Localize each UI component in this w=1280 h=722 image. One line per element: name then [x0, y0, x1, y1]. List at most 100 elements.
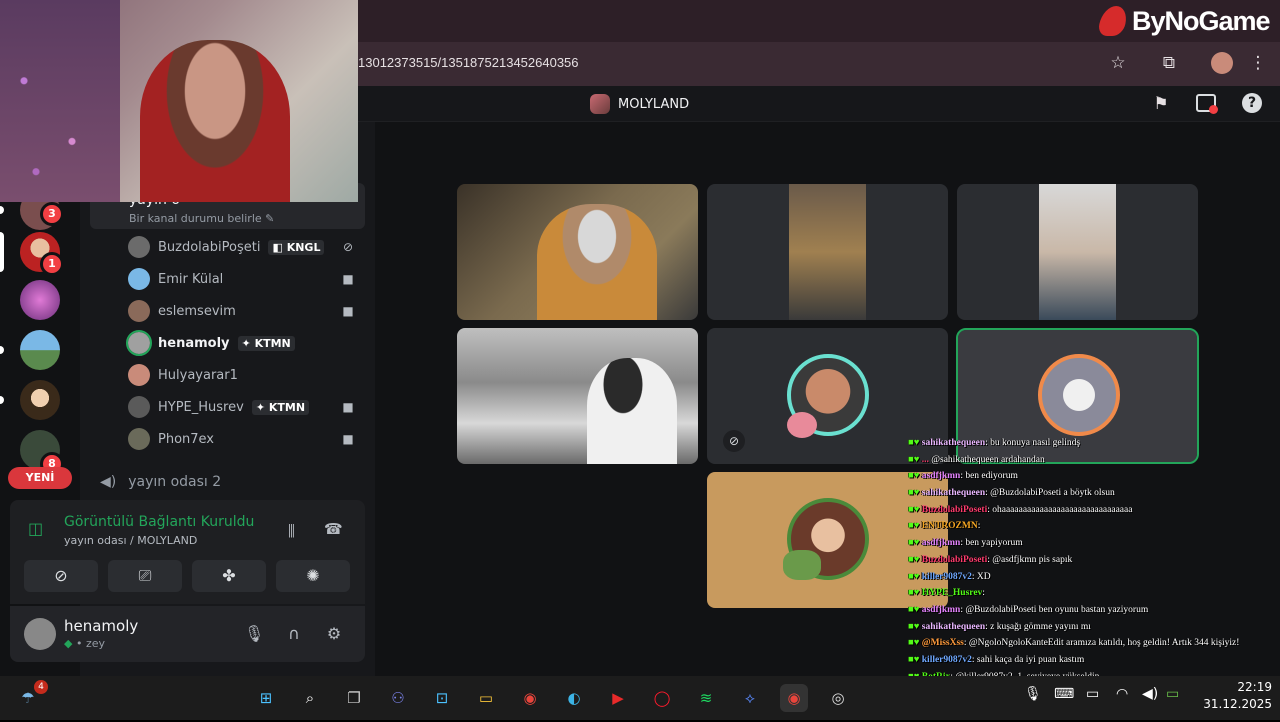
- clock-time[interactable]: 22:19: [1222, 680, 1272, 694]
- chat-separator: :: [977, 521, 981, 532]
- chat-message: ■♥ sahikathequeen: z kuşağı gömme yayını…: [908, 622, 1280, 639]
- voice-channel-2[interactable]: ◀) yayın odası 2: [100, 474, 221, 490]
- member-row[interactable]: Emir Külal: [128, 267, 223, 291]
- member-tag: ✦ KTMN: [237, 335, 295, 351]
- selected-server-indicator: [0, 232, 4, 272]
- chat-badge-icon: ■♥: [908, 654, 922, 665]
- browser-menu-icon[interactable]: ⋮: [1247, 52, 1269, 74]
- search-icon[interactable]: ⌕: [296, 684, 324, 712]
- member-row[interactable]: eslemsevim: [128, 299, 236, 323]
- bynogame-logo-icon: [1096, 6, 1130, 36]
- spotify-icon[interactable]: ≋: [692, 684, 720, 712]
- user-name[interactable]: henamoly: [64, 617, 138, 635]
- participant-video: [587, 358, 677, 464]
- video-tile[interactable]: [957, 184, 1198, 320]
- webcam-background: [0, 0, 120, 202]
- server-icon-3[interactable]: [20, 280, 60, 320]
- pencil-icon: ✎: [265, 212, 275, 225]
- camera-toggle-button[interactable]: ⊘: [24, 560, 98, 592]
- address-bar-url[interactable]: 13012373515/1351875213452640356: [358, 55, 579, 70]
- new-badge: YENİ: [8, 467, 72, 489]
- video-tile[interactable]: [457, 328, 698, 464]
- extensions-icon[interactable]: ⧉: [1158, 52, 1180, 74]
- voice-channel-2-name: yayın odası 2: [128, 474, 222, 490]
- screen-share-button[interactable]: ⎚: [108, 560, 182, 592]
- chat-message: ■♥ @MissXss: @NgoloNgoloKanteEdit aramız…: [908, 638, 1280, 655]
- store-icon[interactable]: ⊡: [428, 684, 456, 712]
- member-name: BuzdolabiPoşeti: [158, 239, 261, 255]
- noise-suppression-icon[interactable]: ⫼: [288, 522, 295, 540]
- chat-message: ■♥ sahikathequeen: @BuzdolabiPoseti a bö…: [908, 488, 1280, 505]
- streamer: [140, 40, 290, 202]
- teams-icon[interactable]: ⚇: [384, 684, 412, 712]
- chat-text: @asdfjkmn pis sapık: [992, 554, 1073, 565]
- start-icon[interactable]: ⊞: [252, 684, 280, 712]
- avatar: [128, 428, 150, 450]
- wifi-icon[interactable]: ◠: [1116, 686, 1128, 702]
- chat-username: ENTROZMN: [921, 521, 978, 532]
- signal-icon: ◫: [28, 519, 44, 538]
- participant-avatar: [1038, 354, 1120, 436]
- chat-username: ...: [921, 454, 929, 465]
- chat-badge-icon: ■♥: [908, 438, 922, 448]
- channel-status-placeholder[interactable]: Bir kanal durumu belirle ✎: [129, 212, 274, 225]
- headphones-icon[interactable]: ∩: [284, 624, 304, 644]
- participant-video: [1039, 184, 1116, 320]
- member-row[interactable]: henamoly ✦ KTMN: [126, 330, 295, 356]
- chat-text: sahi kaça da iyi puan kastım: [976, 654, 1085, 665]
- chat-text: z kuşağı gömme yayını mı: [990, 621, 1091, 632]
- chat-text: @BuzdolabiPoseti a böytk olsun: [990, 488, 1115, 499]
- voice-location[interactable]: yayın odası / MOLYLAND: [64, 534, 197, 547]
- chat-username: sahikathequeen: [921, 488, 986, 499]
- chat-badge-icon: ■♥: [908, 638, 922, 649]
- chat-badge-icon: ■♥: [908, 504, 922, 515]
- file-explorer-icon[interactable]: ▭: [472, 684, 500, 712]
- server-icon-5[interactable]: [20, 380, 60, 420]
- server-name: MOLYLAND: [618, 96, 690, 112]
- chrome-profile-icon[interactable]: ◉: [780, 684, 808, 712]
- opera-icon[interactable]: ◯: [648, 684, 676, 712]
- microphone-tray-icon[interactable]: 🎙︎: [1024, 686, 1042, 702]
- profile-avatar[interactable]: [1211, 52, 1233, 74]
- flag-icon[interactable]: ⚑: [1150, 93, 1172, 115]
- youtube-icon[interactable]: ▶: [604, 684, 632, 712]
- chrome-icon[interactable]: ◉: [516, 684, 544, 712]
- member-row[interactable]: BuzdolabiPoşeti ◧ KNGL: [128, 235, 325, 259]
- screen-icon[interactable]: [1196, 94, 1218, 114]
- bookmark-star-icon[interactable]: ☆: [1107, 52, 1129, 74]
- member-row[interactable]: HYPE_Husrev ✦ KTMN: [128, 395, 310, 419]
- camera-icon: ■: [342, 432, 354, 446]
- display-icon[interactable]: ▭: [1086, 686, 1099, 702]
- soundboard-button[interactable]: ✺: [276, 560, 350, 592]
- user-avatar[interactable]: [24, 618, 56, 650]
- chat-username: asdfjkmn: [921, 538, 961, 549]
- disconnect-icon[interactable]: ☎: [324, 520, 343, 538]
- server-icon-4[interactable]: [20, 330, 60, 370]
- battery-icon[interactable]: ▭: [1166, 686, 1179, 702]
- video-tile[interactable]: [707, 184, 948, 320]
- volume-icon[interactable]: ◀): [1142, 686, 1158, 702]
- microphone-icon[interactable]: 🎙︎: [244, 624, 264, 644]
- clock-date[interactable]: 31.12.2025: [1202, 697, 1272, 711]
- video-tile[interactable]: [457, 184, 698, 320]
- edge-icon[interactable]: ◐: [560, 684, 588, 712]
- obs-icon[interactable]: ◎: [824, 684, 852, 712]
- member-tag: ◧ KNGL: [268, 239, 325, 255]
- bynogame-logo-text: ByNoGame: [1132, 5, 1271, 36]
- keyboard-icon[interactable]: ⌨: [1054, 686, 1074, 702]
- app-icon[interactable]: ⟡: [736, 684, 764, 712]
- chat-username: BuzdolabiPoseti: [921, 554, 988, 565]
- voice-status[interactable]: Görüntülü Bağlantı Kuruldu: [64, 514, 254, 530]
- chat-badge-icon: ■♥: [908, 538, 922, 549]
- settings-gear-icon[interactable]: ⚙: [324, 624, 344, 644]
- chat-badge-icon: ■♥: [908, 621, 922, 632]
- task-view-icon[interactable]: ❐: [340, 684, 368, 712]
- avatar-decoration: [783, 550, 821, 580]
- chat-badge-icon: ■♥: [908, 471, 922, 482]
- chat-text: @sahikathequeen ardahandan: [931, 454, 1045, 465]
- member-row[interactable]: Phon7ex: [128, 427, 214, 451]
- participant-video: [789, 184, 866, 320]
- member-row[interactable]: Hulyayarar1: [128, 363, 238, 387]
- activities-button[interactable]: ✤: [192, 560, 266, 592]
- help-icon[interactable]: ?: [1242, 93, 1262, 113]
